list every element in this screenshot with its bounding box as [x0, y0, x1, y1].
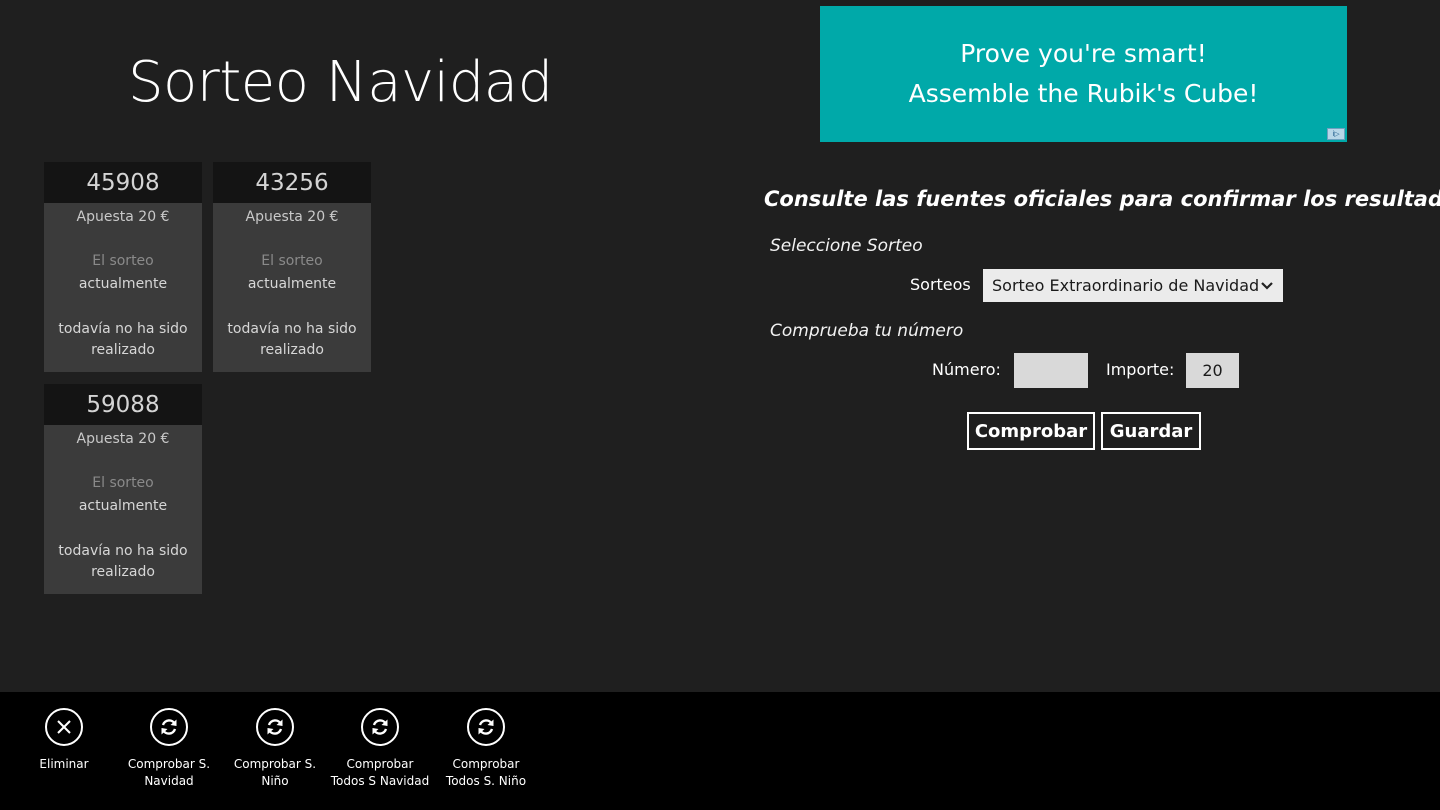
- ticket-number: 59088: [44, 384, 202, 425]
- refresh-icon: [256, 708, 294, 746]
- close-icon: [45, 708, 83, 746]
- refresh-icon: [467, 708, 505, 746]
- delete-button[interactable]: Eliminar: [9, 708, 119, 773]
- ticket-status-line: actualmente: [247, 276, 337, 292]
- check-navidad-label: Comprobar S. Navidad: [127, 757, 211, 788]
- check-all-nino-button[interactable]: Comprobar Todos S. Niño: [431, 708, 541, 790]
- ad-text: Assemble the Rubik's Cube!: [908, 79, 1259, 108]
- check-navidad-button[interactable]: Comprobar S. Navidad: [114, 708, 224, 790]
- check-all-navidad-label: Comprobar Todos S Navidad: [330, 757, 430, 788]
- ticket-number: 45908: [44, 162, 202, 203]
- ticket-status-line: El sorteo: [92, 475, 154, 491]
- refresh-icon: [361, 708, 399, 746]
- select-draw-heading: Seleccione Sorteo: [770, 236, 923, 256]
- page-title: Sorteo Navidad: [128, 50, 553, 115]
- check-all-navidad-button[interactable]: Comprobar Todos S Navidad: [325, 708, 435, 790]
- app-window: Sorteo Navidad 45908 Apuesta 20 € El sor…: [0, 0, 1440, 810]
- check-nino-label: Comprobar S. Niño: [233, 757, 317, 788]
- check-all-nino-label: Comprobar Todos S. Niño: [445, 757, 527, 788]
- draw-select[interactable]: Sorteo Extraordinario de Navidad: [983, 269, 1283, 302]
- ticket-tile[interactable]: 45908 Apuesta 20 € El sorteo actualmente…: [44, 162, 202, 372]
- delete-label: Eliminar: [39, 757, 89, 771]
- draw-select-value: Sorteo Extraordinario de Navidad: [992, 276, 1260, 295]
- ticket-bet: Apuesta 20 €: [76, 431, 170, 447]
- ticket-bet: Apuesta 20 €: [76, 209, 170, 225]
- ticket-bet: Apuesta 20 €: [245, 209, 339, 225]
- ticket-tile[interactable]: 43256 Apuesta 20 € El sorteo actualmente…: [213, 162, 371, 372]
- numero-label: Número:: [932, 360, 1001, 379]
- check-nino-button[interactable]: Comprobar S. Niño: [220, 708, 330, 790]
- check-number-heading: Comprueba tu número: [770, 321, 964, 341]
- ad-banner[interactable]: Prove you're smart! Assemble the Rubik's…: [820, 6, 1347, 142]
- ad-info-icon[interactable]: i▷: [1327, 128, 1345, 140]
- app-bar: Eliminar Comprobar S. Navidad Comprobar …: [0, 692, 1440, 810]
- ticket-status-line: actualmente: [78, 276, 168, 292]
- ticket-status-line: todavía no ha sido realizado: [58, 321, 188, 358]
- ad-text: Prove you're smart!: [960, 39, 1207, 68]
- ticket-status-line: El sorteo: [261, 253, 323, 269]
- ticket-status-line: todavía no ha sido realizado: [227, 321, 357, 358]
- official-sources-notice: Consulte las fuentes oficiales para conf…: [764, 187, 1440, 211]
- ticket-status-line: El sorteo: [92, 253, 154, 269]
- refresh-icon: [150, 708, 188, 746]
- number-input[interactable]: [1014, 353, 1088, 388]
- amount-input[interactable]: 20: [1186, 353, 1239, 388]
- ticket-tile[interactable]: 59088 Apuesta 20 € El sorteo actualmente…: [44, 384, 202, 594]
- save-button[interactable]: Guardar: [1101, 412, 1201, 450]
- ticket-status-line: actualmente: [78, 498, 168, 514]
- ticket-status-line: todavía no ha sido realizado: [58, 543, 188, 580]
- importe-label: Importe:: [1106, 360, 1175, 379]
- chevron-down-icon: [1260, 275, 1274, 299]
- ticket-number: 43256: [213, 162, 371, 203]
- check-button[interactable]: Comprobar: [967, 412, 1095, 450]
- sorteos-label: Sorteos: [910, 275, 971, 294]
